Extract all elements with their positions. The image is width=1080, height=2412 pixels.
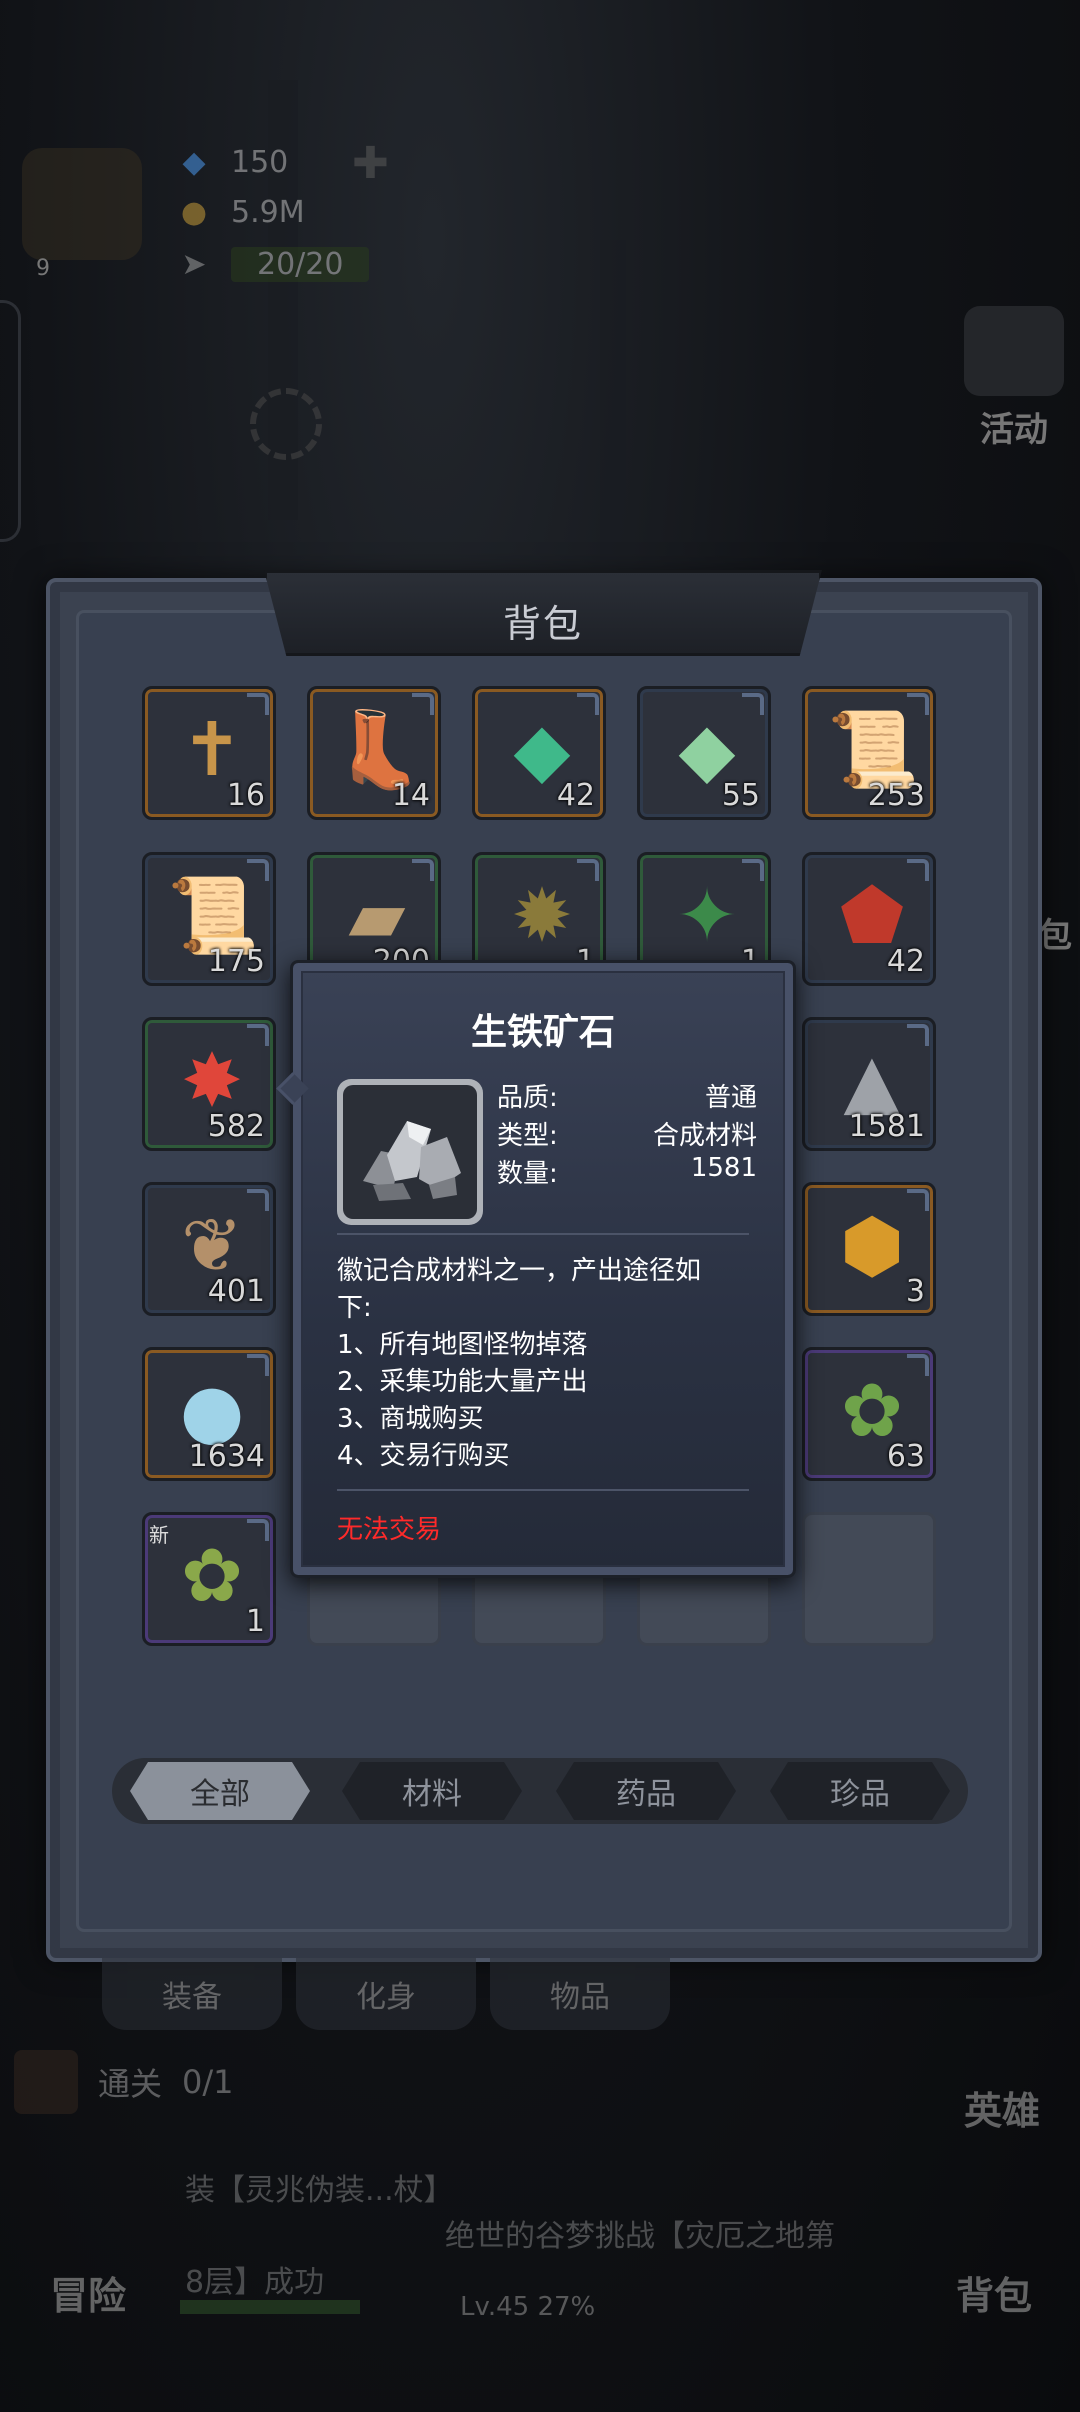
backpack-title: 背包 [502,602,583,646]
item-count: 16 [226,778,265,813]
tab-items[interactable]: 物品 [490,1958,670,2030]
quest-icon [14,2050,78,2114]
tooltip-trade-status: 无法交易 [337,1515,442,1545]
green-rune-icon: ✦ [675,873,738,959]
nav-adventure[interactable]: 冒险 [50,2265,126,2320]
tab-all[interactable]: 全部 [130,1762,310,1820]
item-count: 42 [556,778,595,813]
item-count: 42 [886,944,925,979]
desc-line: 3、商城购买 [337,1404,484,1434]
activity-chest-icon [964,306,1064,396]
backpack-title-banner: 背包 [264,570,822,656]
desc-line: 1、所有地图怪物掉落 [337,1330,588,1360]
item-count: 582 [207,1109,265,1144]
tooltip-description: 徽记合成材料之一，产出途径如 下: 1、所有地图怪物掉落 2、采集功能大量产出 … [337,1253,757,1475]
tab-materials[interactable]: 材料 [342,1762,522,1820]
quest-prefix: 通关 [98,2065,163,2103]
item-slot[interactable]: ◆ 42 [472,686,606,820]
item-slot[interactable]: ● 1634 [142,1347,276,1481]
item-tooltip: 生铁矿石 品质: 普通 类型: 合成材料 数量: 1581 徽记合成材料之一，产… [276,960,796,1578]
item-slot[interactable]: ✿ 63 [802,1347,936,1481]
golden-shield-icon: ⬢ [839,1203,905,1289]
tooltip-quantity-row: 数量: 1581 [497,1153,757,1190]
background-pillar [600,240,626,560]
side-backpack-label: 包 [1038,916,1072,956]
quality-label: 品质: [497,1083,558,1113]
quality-value: 普通 [704,1083,757,1113]
activity-button[interactable]: 活动 [964,306,1064,451]
quest-tracker[interactable]: 通关 0/1 [14,2050,234,2114]
tab-avatar[interactable]: 化身 [296,1958,476,2030]
item-slot[interactable]: 👢 14 [307,686,441,820]
stamina-counter: ➤ 20/20 [175,244,370,284]
tab-potions[interactable]: 药品 [556,1762,736,1820]
tab-treasures[interactable]: 珍品 [770,1762,950,1820]
tooltip-quality-row: 品质: 普通 [497,1077,757,1114]
desc-line: 下: [337,1293,372,1323]
gem-value: 150 [231,144,289,180]
iron-ore-icon [363,1121,461,1201]
rune-compass-icon: ✹ [510,873,573,959]
type-value: 合成材料 [652,1121,757,1151]
player-avatar[interactable] [22,148,142,260]
exp-bar [180,2300,360,2314]
side-drawer-tab[interactable] [0,300,21,542]
tooltip-item-frame [337,1079,483,1225]
quantity-value: 1581 [690,1153,757,1183]
item-count: 1634 [188,1439,265,1474]
player-level: 9 [36,256,50,281]
quantity-label: 数量: [497,1159,558,1189]
coin-icon: ● [180,194,208,230]
item-count: 3 [905,1274,925,1309]
item-slot[interactable]: ✿ 新 1 [142,1512,276,1646]
item-count: 1581 [848,1109,925,1144]
item-count: 401 [207,1274,265,1309]
tooltip-divider [337,1233,749,1235]
item-slot[interactable]: ✝ 16 [142,686,276,820]
quest-progress: 0/1 [182,2063,234,2101]
empty-slot[interactable] [802,1512,936,1646]
herb-branch-icon: ✿ [180,1533,243,1619]
tooltip-divider [337,1489,749,1491]
battle-log: 装【灵兆伪装...杖】 绝世的谷梦挑战【灾厄之地第 8层】成功 [185,2168,905,2306]
item-slot[interactable]: 📜 253 [802,686,936,820]
gold-counter: ● 5.9M [175,192,305,232]
item-count: 253 [867,778,925,813]
log-line: 装【灵兆伪装...杖】 [185,2173,454,2208]
item-count: 14 [391,778,430,813]
tab-equipment[interactable]: 装备 [102,1958,282,2030]
type-label: 类型: [497,1121,558,1151]
item-count: 63 [886,1439,925,1474]
item-count: 1 [245,1604,265,1639]
item-slot[interactable]: ⬢ 3 [802,1182,936,1316]
item-count: 175 [207,944,265,979]
gem-counter: ◆ 150 [175,142,288,182]
exp-text: Lv.45 27% [460,2292,596,2322]
item-slot[interactable]: ◆ 55 [637,686,771,820]
add-gems-icon[interactable]: ✚ [352,138,389,189]
new-badge: 新 [149,1523,169,1547]
gold-value: 5.9M [231,194,305,230]
activity-label: 活动 [980,410,1048,450]
item-slot[interactable]: 📜 175 [142,852,276,986]
nav-backpack[interactable]: 背包 [956,2265,1032,2320]
nav-hero[interactable]: 英雄 [964,2080,1040,2135]
tooltip-type-row: 类型: 合成材料 [497,1115,757,1152]
item-slot[interactable]: ⬟ 42 [802,852,936,986]
desc-line: 徽记合成材料之一，产出途径如 [337,1256,702,1286]
stamina-value: 20/20 [231,246,370,282]
desc-line: 2、采集功能大量产出 [337,1367,588,1397]
item-slot[interactable]: ✸ 582 [142,1017,276,1151]
item-slot[interactable]: ▲ 1581 [802,1017,936,1151]
settings-gear-icon[interactable] [250,388,322,460]
desc-line: 4、交易行购买 [337,1441,510,1471]
log-line: 绝世的谷梦挑战【灾厄之地第 [445,2219,835,2254]
item-count: 55 [721,778,760,813]
tooltip-item-name: 生铁矿石 [470,1012,615,1053]
diamond-icon: ◆ [182,144,206,180]
stamina-icon: ➤ [181,246,207,282]
item-slot[interactable]: ❦ 401 [142,1182,276,1316]
